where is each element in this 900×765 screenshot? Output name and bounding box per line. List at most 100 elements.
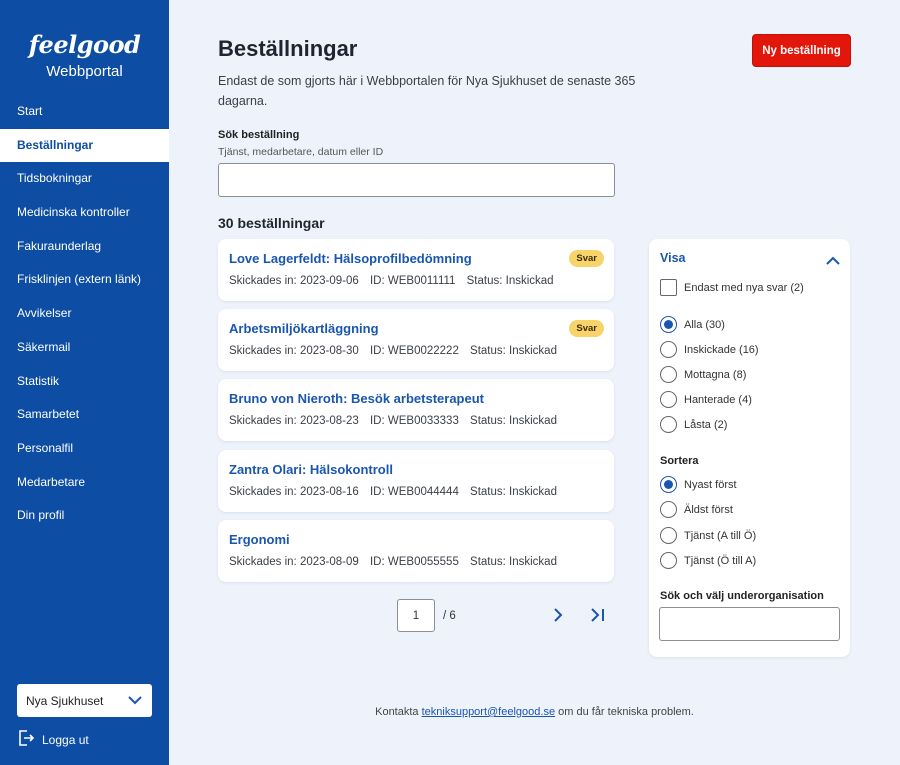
org-search-label: Sök och välj underorganisation (660, 590, 824, 602)
support-email-link[interactable]: tekniksupport@feelgood.se (422, 706, 555, 718)
status-badge: Svar (569, 250, 604, 267)
organization-select[interactable]: Nya Sjukhuset (17, 684, 152, 717)
order-sent-date: Skickades in: 2023-08-09 (229, 556, 359, 568)
order-card[interactable]: Ergonomi Skickades in: 2023-08-09 ID: WE… (218, 520, 614, 582)
filter-heading[interactable]: Visa (660, 251, 686, 265)
radio-label: Nyast först (684, 478, 737, 491)
sidebar-item-medicinska-kontroller[interactable]: Medicinska kontroller (0, 196, 169, 230)
order-id: ID: WEB0055555 (369, 556, 459, 568)
footer: Kontakta tekniksupport@feelgood.se om du… (169, 706, 900, 718)
radio-label: Hanterade (4) (684, 393, 752, 406)
search-label: Sök beställning (218, 129, 300, 141)
radio-label: Inskickade (16) (684, 343, 759, 356)
radio[interactable] (660, 552, 677, 569)
sidebar-item-start[interactable]: Start (0, 95, 169, 129)
order-status: Status: Inskickad (470, 415, 557, 427)
pagination: 1 / 6 (397, 599, 456, 632)
chevron-down-icon (128, 694, 142, 708)
sidebar-item-personalfil[interactable]: Personalfil (0, 432, 169, 466)
sidebar-nav: Start Beställningar Tidsbokningar Medici… (0, 95, 169, 533)
page-intro: Endast de som gjorts här i Webbportalen … (218, 74, 636, 108)
organization-select-value: Nya Sjukhuset (26, 693, 104, 708)
radio[interactable] (660, 501, 677, 518)
footer-prefix: Kontakta (375, 706, 422, 718)
chevron-right-icon[interactable] (550, 607, 566, 628)
order-id: ID: WEB0011111 (369, 275, 456, 287)
logo-wordmark: feelgood (28, 30, 141, 59)
radio[interactable] (660, 527, 677, 544)
sidebar-item-avvikelser[interactable]: Avvikelser (0, 297, 169, 331)
sidebar-item-frisklinjen[interactable]: Frisklinjen (extern länk) (0, 263, 169, 297)
sidebar-item-tidsbokningar[interactable]: Tidsbokningar (0, 162, 169, 196)
new-order-button[interactable]: Ny beställning (752, 34, 851, 67)
radio[interactable] (660, 416, 677, 433)
sort-option-oldest[interactable]: Äldst först (660, 501, 733, 518)
show-option-received[interactable]: Mottagna (8) (660, 366, 746, 383)
page-number-input[interactable]: 1 (397, 599, 435, 632)
footer-suffix: om du får tekniska problem. (555, 706, 694, 718)
order-id: ID: WEB0044444 (369, 486, 459, 498)
order-title[interactable]: Love Lagerfeldt: Hälsoprofilbedömning (229, 251, 472, 266)
sidebar-item-din-profil[interactable]: Din profil (0, 499, 169, 533)
results-count: 30 beställningar (218, 215, 325, 231)
sidebar-item-bestallningar[interactable]: Beställningar (0, 128, 169, 163)
sort-option-z-a[interactable]: Tjänst (Ö till A) (660, 552, 756, 569)
order-card[interactable]: Arbetsmiljökartläggning Svar Skickades i… (218, 309, 614, 371)
order-id: ID: WEB0022222 (369, 345, 459, 357)
sidebar-item-medarbetare[interactable]: Medarbetare (0, 466, 169, 500)
order-title[interactable]: Arbetsmiljökartläggning (229, 321, 379, 336)
sort-option-a-z[interactable]: Tjänst (A till Ö) (660, 527, 756, 544)
checkbox[interactable] (660, 279, 677, 296)
show-option-locked[interactable]: Låsta (2) (660, 416, 727, 433)
radio[interactable] (660, 341, 677, 358)
order-title[interactable]: Bruno von Nieroth: Besök arbetsterapeut (229, 391, 484, 406)
order-id: ID: WEB0033333 (369, 415, 459, 427)
last-page-icon[interactable] (589, 607, 607, 628)
sidebar: feelgood Webbportal Start Beställningar … (0, 0, 169, 765)
page-title: Beställningar (218, 36, 358, 61)
order-sent-date: Skickades in: 2023-09-06 (229, 275, 359, 287)
order-search-input[interactable] (218, 163, 615, 197)
order-meta: Skickades in: 2023-08-30 ID: WEB0022222 … (229, 345, 565, 357)
order-title[interactable]: Zantra Olari: Hälsokontroll (229, 462, 393, 477)
order-meta: Skickades in: 2023-08-16 ID: WEB0044444 … (229, 486, 565, 498)
logo[interactable]: feelgood Webbportal (0, 0, 169, 80)
order-meta: Skickades in: 2023-08-09 ID: WEB0055555 … (229, 556, 565, 568)
search-hint: Tjänst, medarbetare, datum eller ID (218, 146, 384, 158)
radio[interactable] (660, 316, 677, 333)
radio[interactable] (660, 366, 677, 383)
radio-label: Alla (30) (684, 318, 725, 331)
radio[interactable] (660, 391, 677, 408)
order-card[interactable]: Love Lagerfeldt: Hälsoprofilbedömning Sv… (218, 239, 614, 301)
checkbox-label: Endast med nya svar (2) (684, 281, 804, 294)
order-card[interactable]: Zantra Olari: Hälsokontroll Skickades in… (218, 450, 614, 512)
sidebar-item-fakturaunderlag[interactable]: Fakuraunderlag (0, 230, 169, 264)
sidebar-item-sakermail[interactable]: Säkermail (0, 331, 169, 365)
radio-label: Tjänst (Ö till A) (684, 554, 757, 567)
order-status: Status: Inskickad (466, 275, 554, 287)
order-status: Status: Inskickad (470, 486, 557, 498)
radio-label: Äldst först (684, 503, 733, 516)
sort-option-newest[interactable]: Nyast först (660, 476, 737, 493)
sidebar-item-statistik[interactable]: Statistik (0, 365, 169, 399)
order-meta: Skickades in: 2023-09-06 ID: WEB0011111 … (229, 275, 562, 287)
radio-label: Mottagna (8) (684, 368, 747, 381)
filter-panel: Visa Endast med nya svar (2) Alla (30) I… (649, 239, 850, 657)
show-option-all[interactable]: Alla (30) (660, 316, 725, 333)
order-title[interactable]: Ergonomi (229, 532, 290, 547)
page-total: / 6 (443, 609, 456, 622)
radio[interactable] (660, 476, 677, 493)
sidebar-item-samarbetet[interactable]: Samarbetet (0, 398, 169, 432)
order-status: Status: Inskickad (470, 345, 557, 357)
order-sent-date: Skickades in: 2023-08-16 (229, 486, 359, 498)
suborganization-search-input[interactable] (659, 607, 840, 641)
logout-button[interactable]: Logga ut (17, 729, 89, 750)
show-option-handled[interactable]: Hanterade (4) (660, 391, 752, 408)
logout-icon (17, 729, 35, 750)
main-content: Beställningar Ny beställning Endast de s… (169, 0, 900, 765)
show-option-submitted[interactable]: Inskickade (16) (660, 341, 759, 358)
chevron-up-icon[interactable] (826, 252, 840, 270)
order-meta: Skickades in: 2023-08-23 ID: WEB0033333 … (229, 415, 565, 427)
order-card[interactable]: Bruno von Nieroth: Besök arbetsterapeut … (218, 379, 614, 441)
only-new-replies-checkbox[interactable]: Endast med nya svar (2) (660, 279, 804, 296)
